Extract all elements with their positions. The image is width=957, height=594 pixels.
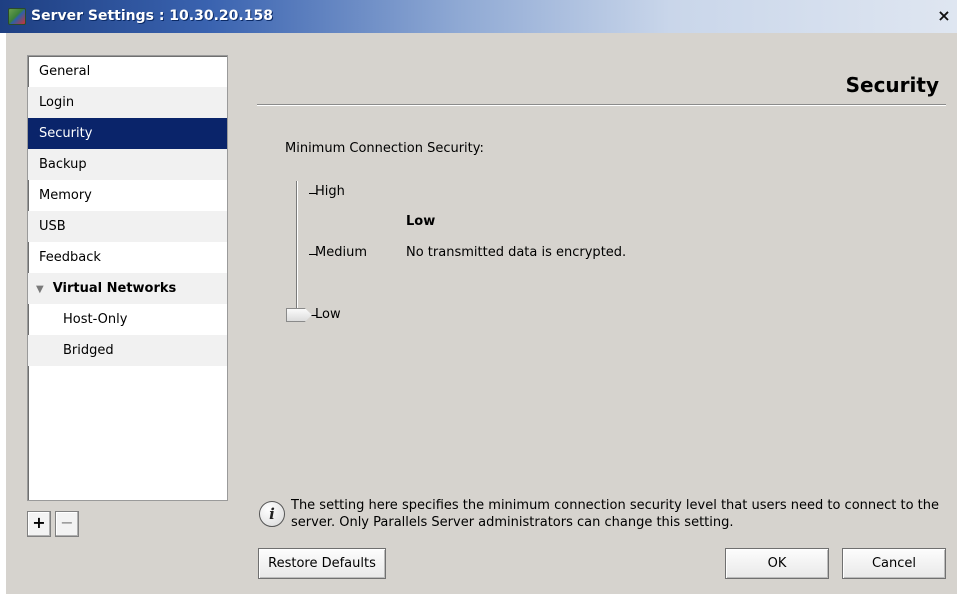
sidebar-item-label: Bridged [63, 343, 114, 358]
sidebar-item-label: Host-Only [63, 312, 128, 327]
sidebar-item-login[interactable]: Login [28, 87, 227, 118]
sidebar-item-general[interactable]: General [28, 56, 227, 87]
page-title: Security [845, 73, 939, 97]
sidebar-item-security[interactable]: Security [28, 118, 227, 149]
min-security-label: Minimum Connection Security: [285, 141, 484, 156]
add-button[interactable]: + [27, 511, 51, 537]
parallels-app-icon [8, 8, 26, 25]
sidebar-item-label: Security [39, 126, 93, 141]
title-bar: Server Settings : 10.30.20.158 × [0, 0, 957, 33]
slider-label-low: Low [315, 307, 341, 322]
window-title: Server Settings : 10.30.20.158 [31, 8, 273, 24]
settings-dialog: General Login Security Backup Memory USB… [6, 33, 957, 594]
cancel-button[interactable]: Cancel [842, 548, 946, 579]
sidebar-item-bridged[interactable]: Bridged [28, 335, 227, 366]
sidebar-item-label: General [39, 64, 91, 79]
close-button[interactable]: × [935, 7, 953, 25]
security-level-description: No transmitted data is encrypted. [406, 245, 627, 260]
sidebar-item-label: Virtual Networks [52, 281, 177, 296]
sidebar-item-label: Memory [39, 188, 92, 203]
security-slider-thumb[interactable] [286, 308, 312, 322]
remove-button[interactable]: − [55, 511, 79, 537]
sidebar-item-feedback[interactable]: Feedback [28, 242, 227, 273]
sidebar-item-backup[interactable]: Backup [28, 149, 227, 180]
sidebar-item-memory[interactable]: Memory [28, 180, 227, 211]
title-divider [257, 104, 946, 106]
sidebar-item-host-only[interactable]: Host-Only [28, 304, 227, 335]
sidebar-item-usb[interactable]: USB [28, 211, 227, 242]
restore-defaults-button[interactable]: Restore Defaults [258, 548, 386, 579]
expand-triangle-icon[interactable]: ▼ [36, 274, 44, 305]
security-slider-track[interactable] [296, 181, 298, 319]
sidebar-item-label: Feedback [39, 250, 101, 265]
slider-label-medium: Medium [315, 245, 367, 260]
info-icon: i [259, 501, 285, 527]
slider-label-high: High [315, 184, 345, 199]
sidebar-item-label: Backup [39, 157, 87, 172]
sidebar-group-virtual-networks[interactable]: ▼ Virtual Networks [28, 273, 227, 304]
sidebar-item-label: Login [39, 95, 75, 110]
ok-button[interactable]: OK [725, 548, 829, 579]
settings-category-list: General Login Security Backup Memory USB… [27, 55, 228, 501]
info-text: The setting here specifies the minimum c… [291, 498, 940, 530]
sidebar-item-label: USB [39, 219, 66, 234]
security-level-name: Low [406, 214, 436, 229]
